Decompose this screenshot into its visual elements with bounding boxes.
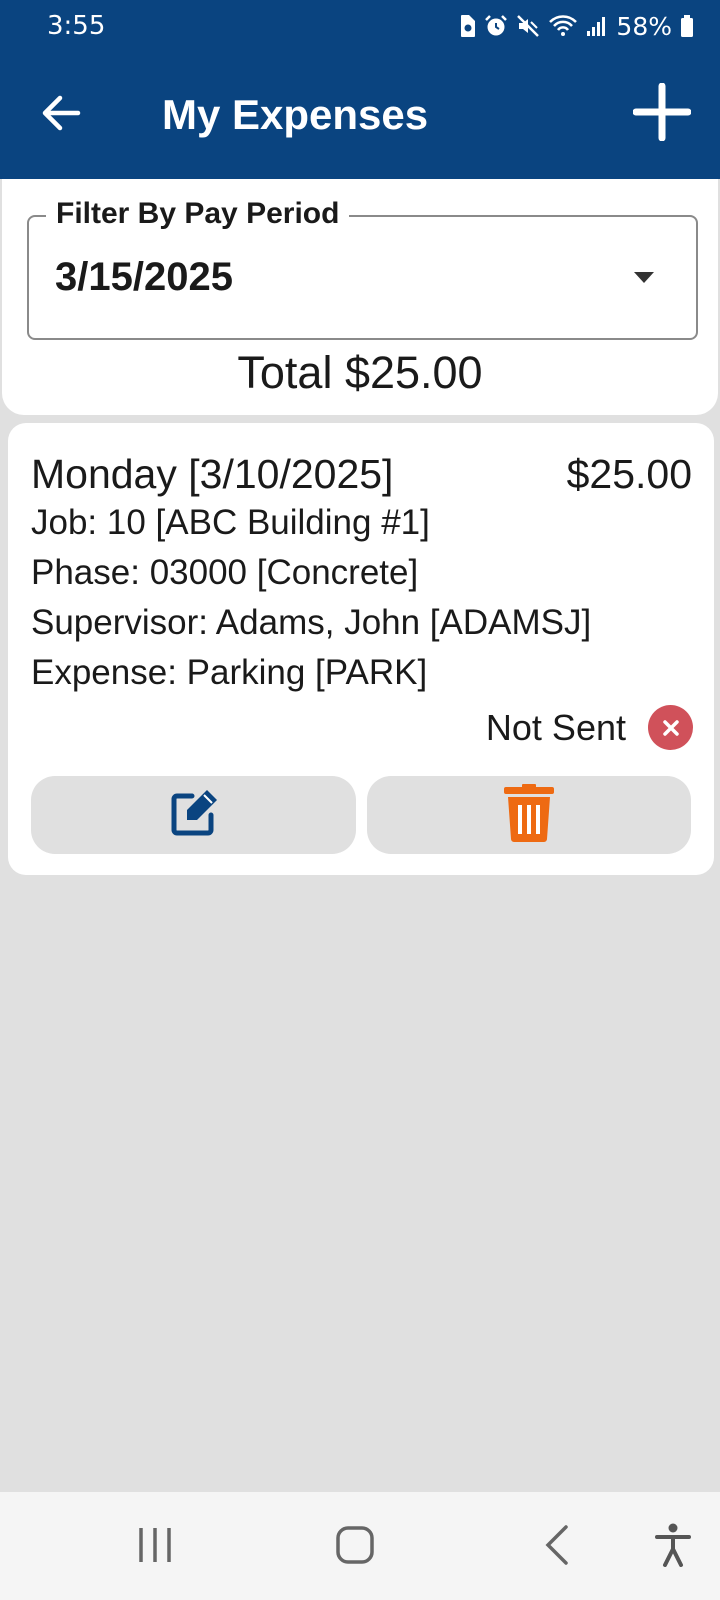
- nav-back-button[interactable]: [532, 1522, 582, 1572]
- alarm-icon: [484, 14, 508, 38]
- mute-icon: [516, 14, 540, 38]
- home-button[interactable]: [330, 1522, 380, 1572]
- filter-card: Filter By Pay Period 3/15/2025 Total $25…: [2, 179, 718, 415]
- filter-value: 3/15/2025: [55, 255, 233, 299]
- recents-button[interactable]: [130, 1522, 180, 1572]
- accessibility-icon: [655, 1523, 691, 1572]
- expense-actions: [31, 776, 691, 854]
- expense-job: Job: 10 [ABC Building #1]: [31, 503, 430, 542]
- total-amount: Total $25.00: [237, 347, 483, 398]
- expense-supervisor: Supervisor: Adams, John [ADAMSJ]: [31, 603, 592, 642]
- edit-icon: [168, 787, 220, 844]
- page-title: My Expenses: [162, 91, 429, 138]
- app-bar: My Expenses: [0, 52, 720, 179]
- expense-card: Monday [3/10/2025] $25.00 Job: 10 [ABC B…: [8, 423, 714, 875]
- add-expense-button[interactable]: [630, 82, 694, 146]
- status-icons: 58%: [458, 10, 694, 42]
- sim-icon: [458, 14, 476, 38]
- system-nav-bar: [0, 1492, 720, 1600]
- status-text: Not Sent: [485, 706, 626, 748]
- accessibility-button[interactable]: [648, 1522, 698, 1572]
- expense-type: Expense: Parking [PARK]: [31, 653, 428, 692]
- signal-icon: [586, 14, 608, 38]
- wifi-icon: [548, 14, 578, 38]
- plus-icon: [632, 82, 692, 146]
- expense-phase: Phase: 03000 [Concrete]: [31, 553, 419, 592]
- expense-date: Monday [3/10/2025]: [31, 451, 394, 497]
- chevron-down-icon: [634, 272, 654, 283]
- trash-icon: [504, 783, 554, 847]
- filter-label: Filter By Pay Period: [46, 197, 350, 231]
- expense-status: Not Sent: [486, 705, 693, 750]
- pay-period-select[interactable]: Filter By Pay Period 3/15/2025: [27, 197, 698, 340]
- arrow-left-icon: [40, 92, 82, 139]
- status-bar: 3:55 58%: [0, 0, 720, 52]
- back-button[interactable]: [36, 90, 86, 140]
- expense-amount: $25.00: [566, 451, 692, 497]
- edit-expense-button[interactable]: [31, 776, 356, 854]
- delete-expense-button[interactable]: [367, 776, 691, 854]
- x-circle-icon: [648, 705, 693, 750]
- status-time: 3:55: [47, 11, 106, 41]
- recents-icon: [135, 1526, 175, 1569]
- battery-percentage: 58%: [616, 11, 672, 41]
- battery-icon: [680, 14, 694, 38]
- back-icon: [542, 1524, 572, 1571]
- home-icon: [335, 1525, 375, 1570]
